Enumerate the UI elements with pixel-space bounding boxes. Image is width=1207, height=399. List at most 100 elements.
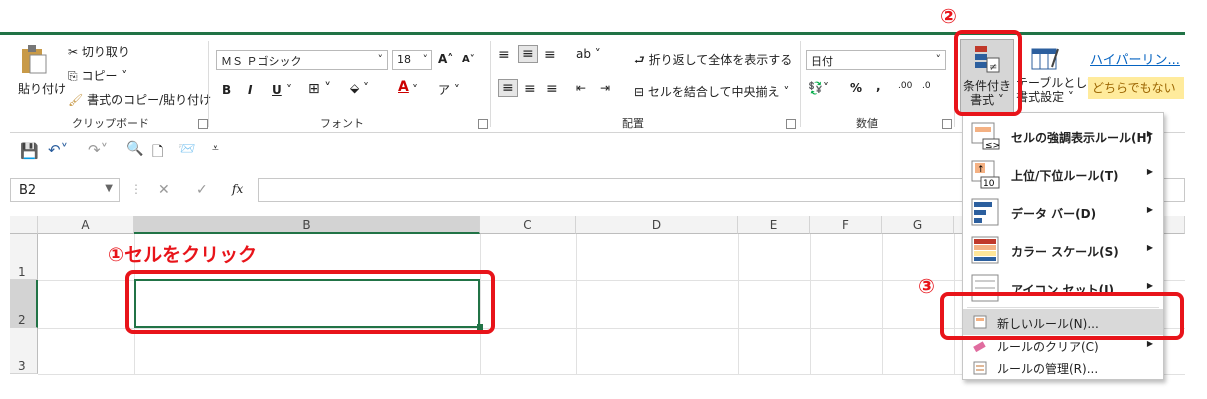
grow-font-button[interactable]: A˄ <box>438 52 453 66</box>
menu-item-highlight-rules[interactable]: ≤> セルの強調表示ルール(H) ▶ <box>963 117 1163 155</box>
underline-button[interactable]: U <box>272 83 282 97</box>
clipboard-launcher-icon[interactable] <box>198 119 208 129</box>
cut-label: 切り取り <box>81 45 130 59</box>
menu-item-top-bottom[interactable]: ↑ 10 上位/下位ルール(T) ▶ <box>963 155 1163 193</box>
number-format-value: 日付 <box>811 55 833 68</box>
mail-icon[interactable]: 📨 <box>178 141 195 157</box>
clipboard-group-label: クリップボード <box>72 117 149 130</box>
submenu-arrow-icon: ▶ <box>1146 243 1153 252</box>
brush-icon: 🖌 <box>68 93 84 107</box>
alignment-group-label: 配置 <box>622 117 644 130</box>
number-format-select[interactable]: 日付 ˅ <box>806 50 946 70</box>
paste-label: 貼り付け <box>18 82 67 96</box>
align-left-icon[interactable]: ≡ <box>498 79 518 97</box>
font-name-select[interactable]: ＭＳ Ｐゴシック ˅ <box>216 50 388 70</box>
grow-font-label: A <box>438 52 448 66</box>
bold-button[interactable]: B <box>222 83 231 97</box>
font-launcher-icon[interactable] <box>478 119 488 129</box>
column-header-d[interactable]: D <box>576 216 738 234</box>
menu-item-data-bars[interactable]: データ バー(D) ▶ <box>963 193 1163 231</box>
column-header-b[interactable]: B <box>134 216 480 234</box>
increase-decimal-icon[interactable]: .00 <box>898 81 912 91</box>
row-3-label: 3 <box>18 359 26 373</box>
menu-item-label: 上位/下位ルール(T) <box>1011 169 1119 183</box>
orientation-icon[interactable]: ab ˅ <box>576 47 601 61</box>
fill-color-icon[interactable]: ⬙ ˅ <box>350 81 369 95</box>
font-color-dropdown-icon[interactable]: ˅ <box>412 83 418 97</box>
underline-dropdown-icon[interactable]: ˅ <box>286 83 292 97</box>
column-header-a[interactable]: A <box>38 216 134 234</box>
submenu-arrow-icon: ▶ <box>1146 129 1153 138</box>
menu-item-label: データ バー(D) <box>1011 207 1097 221</box>
align-bottom-icon[interactable]: ≡ <box>544 47 556 63</box>
menu-item-label: セルの強調表示ルール(H) <box>1011 131 1153 145</box>
hyperlink-style[interactable]: ハイパーリン... <box>1090 49 1180 68</box>
row-header-1[interactable]: 1 <box>10 234 38 280</box>
phonetic-icon[interactable]: ア ˅ <box>438 81 460 98</box>
comma-button[interactable]: , <box>876 79 881 93</box>
insert-function-icon[interactable]: fx <box>232 182 243 196</box>
copy-icon: ⎘ <box>68 69 78 83</box>
increase-indent-icon[interactable]: ⇥ <box>600 81 610 95</box>
customize-qat-icon[interactable]: ⩡ <box>212 141 219 156</box>
manage-rules-icon <box>973 361 987 375</box>
column-header-f[interactable]: F <box>810 216 882 234</box>
menu-item-manage-rules[interactable]: ルールの管理(R)... <box>963 357 1163 379</box>
highlight-step3 <box>940 292 1184 340</box>
enter-icon[interactable]: ✓ <box>196 182 208 198</box>
align-center-icon[interactable]: ≡ <box>524 81 536 97</box>
column-header-g[interactable]: G <box>882 216 954 234</box>
column-header-c[interactable]: C <box>480 216 576 234</box>
select-all-corner[interactable] <box>10 216 38 234</box>
number-group-label: 数値 <box>856 117 878 130</box>
border-icon[interactable]: ⊞ ˅ <box>308 81 331 97</box>
highlight-step1 <box>125 270 495 334</box>
font-color-icon[interactable]: A <box>398 79 409 95</box>
redo-icon[interactable]: ↷˅ <box>88 141 108 159</box>
new-file-icon[interactable]: 🗋 <box>152 141 163 165</box>
decrease-decimal-icon[interactable]: .0 <box>922 81 931 91</box>
menu-item-color-scales[interactable]: カラー スケール(S) ▶ <box>963 231 1163 269</box>
cut-button[interactable]: ✂ 切り取り <box>68 43 130 60</box>
wrap-text-button[interactable]: ⮐ 折り返して全体を表示する <box>634 51 792 72</box>
menu-item-label: ルールのクリア(C) <box>997 340 1099 354</box>
currency-icon[interactable]: 💱˅ <box>808 81 829 95</box>
name-box-value: B2 <box>19 183 37 198</box>
alignment-launcher-icon[interactable] <box>786 119 796 129</box>
paste-button[interactable]: 貼り付け <box>18 43 67 103</box>
format-as-table-button[interactable]: テーブルとして 書式設定 ˅ <box>1016 45 1099 104</box>
shrink-font-label: A <box>462 54 470 65</box>
print-preview-icon[interactable]: 🔍 <box>126 141 143 157</box>
eraser-icon <box>973 341 986 353</box>
top-bottom-icon: ↑ 10 <box>971 160 1000 189</box>
merge-center-label: セルを結合して中央揃え <box>647 85 780 99</box>
number-launcher-icon[interactable] <box>942 119 952 129</box>
align-right-icon[interactable]: ≡ <box>546 81 558 97</box>
format-painter-label: 書式のコピー/貼り付け <box>87 93 212 107</box>
save-icon[interactable]: 💾 <box>20 142 39 160</box>
copy-button[interactable]: ⎘ コピー ˅ <box>68 67 127 84</box>
percent-button[interactable]: % <box>850 81 862 95</box>
font-name-value: ＭＳ Ｐゴシック <box>221 55 302 68</box>
highlight-step2 <box>954 30 1022 116</box>
divider <box>800 41 801 127</box>
undo-icon[interactable]: ↶˅ <box>48 141 68 159</box>
data-bars-icon <box>971 198 999 226</box>
font-size-select[interactable]: 18 ˅ <box>392 50 432 70</box>
name-box[interactable]: B2 ▼ <box>10 178 120 202</box>
row-header-3[interactable]: 3 <box>10 328 38 374</box>
italic-button[interactable]: I <box>248 83 252 97</box>
color-scales-icon <box>971 236 999 264</box>
merge-center-button[interactable]: ⊟ セルを結合して中央揃え ˅ <box>634 83 789 100</box>
column-header-e[interactable]: E <box>738 216 810 234</box>
decrease-indent-icon[interactable]: ⇤ <box>576 81 586 95</box>
format-painter-button[interactable]: 🖌 書式のコピー/貼り付け <box>68 91 211 108</box>
submenu-arrow-icon: ▶ <box>1146 167 1153 176</box>
menu-item-label: カラー スケール(S) <box>1011 245 1119 259</box>
align-top-icon[interactable]: ≡ <box>498 47 510 63</box>
cancel-icon[interactable]: ✕ <box>158 182 170 198</box>
neutral-style[interactable]: どちらでもない <box>1088 77 1184 99</box>
shrink-font-button[interactable]: A˅ <box>462 54 475 65</box>
align-middle-icon[interactable]: ≡ <box>518 45 538 63</box>
row-header-2[interactable]: 2 <box>10 280 38 328</box>
